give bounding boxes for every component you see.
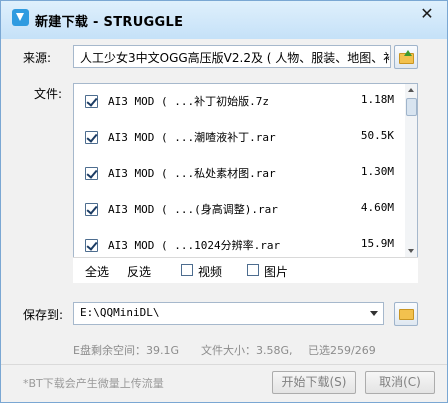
cancel-button[interactable]: 取消(C) xyxy=(365,371,435,394)
file-size: 1.30M xyxy=(360,165,394,178)
file-size: 50.5K xyxy=(360,129,394,142)
folder-icon xyxy=(399,309,414,320)
source-field[interactable]: 人工少女3中文OGG高压版V2.2及 ( 人物、服装、地图、补 xyxy=(73,45,391,68)
file-row[interactable]: AI3 MOD ( ...私处素材图.rar 1.30M xyxy=(74,156,404,192)
save-path-input[interactable]: E:\QQMiniDL\ xyxy=(73,302,384,325)
browse-folder-button[interactable] xyxy=(394,302,418,326)
file-size-text: 文件大小：3.58G, xyxy=(201,344,293,357)
window-title: 新建下载 - STRUGGLE xyxy=(35,15,184,30)
file-checkbox[interactable] xyxy=(85,203,98,216)
file-list[interactable]: AI3 MOD ( ...补丁初始版.7z 1.18M AI3 MOD ( ..… xyxy=(73,83,418,283)
select-all-link[interactable]: 全选 xyxy=(85,263,109,280)
file-name: AI3 MOD ( ...私处素材图.rar xyxy=(108,167,276,180)
footer-divider xyxy=(1,364,447,365)
invert-selection-link[interactable]: 反选 xyxy=(127,263,151,280)
file-row[interactable]: AI3 MOD ( ...(身高调整).rar 4.60M xyxy=(74,192,404,228)
file-checkbox[interactable] xyxy=(85,167,98,180)
new-download-dialog: 新建下载 - STRUGGLE ✕ 来源: 人工少女3中文OGG高压版V2.2及… xyxy=(0,0,448,403)
file-name: AI3 MOD ( ...1024分辨率.rar xyxy=(108,239,281,252)
filter-bar: 全选 反选 视频 图片 xyxy=(73,257,418,283)
image-filter-label: 图片 xyxy=(264,265,289,279)
scroll-thumb[interactable] xyxy=(406,98,417,116)
download-arrow-icon xyxy=(12,9,29,26)
up-arrow-icon xyxy=(404,50,412,56)
open-folder-button[interactable] xyxy=(394,45,418,69)
file-checkbox[interactable] xyxy=(85,95,98,108)
chevron-down-icon[interactable] xyxy=(365,303,383,324)
selected-count-text: 已选259/269 xyxy=(308,344,376,357)
video-filter-checkbox[interactable] xyxy=(181,264,193,276)
file-size: 1.18M xyxy=(360,93,394,106)
start-download-button[interactable]: 开始下载(S) xyxy=(272,371,356,394)
scroll-down-icon[interactable] xyxy=(405,244,417,257)
close-icon[interactable]: ✕ xyxy=(411,2,443,26)
file-size: 4.60M xyxy=(360,201,394,214)
bt-upload-note: *BT下载会产生微量上传流量 xyxy=(23,377,164,390)
file-name: AI3 MOD ( ...潮喳液补丁.rar xyxy=(108,131,276,144)
file-checkbox[interactable] xyxy=(85,239,98,252)
file-checkbox[interactable] xyxy=(85,131,98,144)
file-list-scrollbar[interactable] xyxy=(405,84,417,282)
file-name: AI3 MOD ( ...(身高调整).rar xyxy=(108,203,278,216)
title-bar[interactable]: 新建下载 - STRUGGLE ✕ xyxy=(1,1,447,39)
file-size: 15.9M xyxy=(360,237,394,250)
save-to-label: 保存到: xyxy=(23,308,64,322)
file-row[interactable]: AI3 MOD ( ...补丁初始版.7z 1.18M xyxy=(74,84,404,120)
video-filter-label: 视频 xyxy=(198,265,223,279)
free-space-text: E盘剩余空间：39.1G xyxy=(73,344,179,357)
files-label: 文件: xyxy=(34,87,63,101)
file-name: AI3 MOD ( ...补丁初始版.7z xyxy=(108,95,269,108)
scroll-up-icon[interactable] xyxy=(405,84,417,97)
source-label: 来源: xyxy=(23,51,52,65)
file-row[interactable]: AI3 MOD ( ...潮喳液补丁.rar 50.5K xyxy=(74,120,404,156)
image-filter-checkbox[interactable] xyxy=(247,264,259,276)
